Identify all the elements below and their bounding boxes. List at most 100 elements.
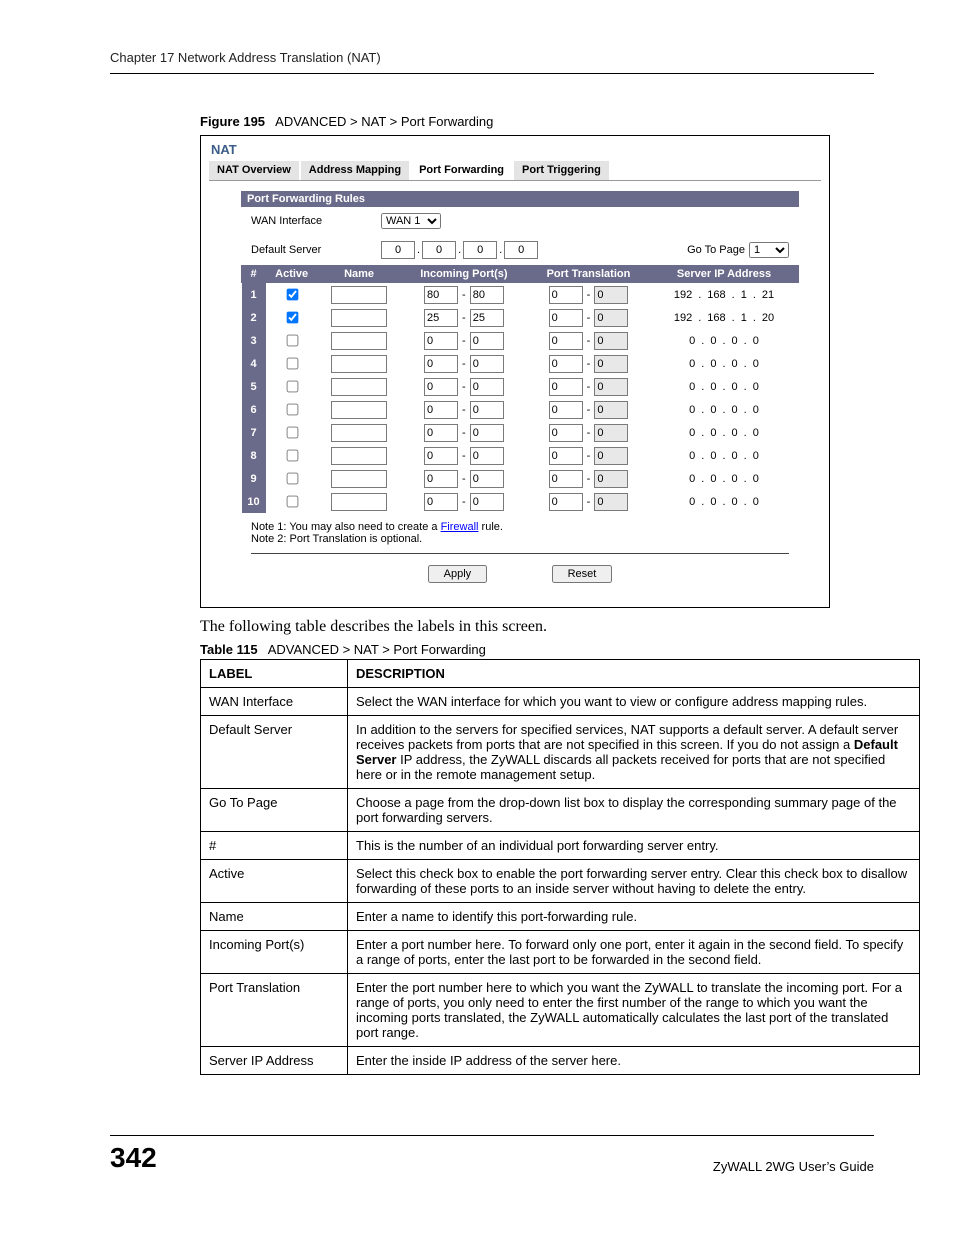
name-input[interactable]	[331, 493, 387, 511]
name-input[interactable]	[331, 378, 387, 396]
port-translation-start[interactable]	[549, 332, 583, 350]
incoming-port-end[interactable]	[470, 355, 504, 373]
port-translation-start[interactable]	[549, 378, 583, 396]
incoming-port-start[interactable]	[424, 470, 458, 488]
col-header: Name	[318, 266, 401, 283]
nat-title: NAT	[201, 136, 829, 157]
row-index: 6	[242, 398, 266, 421]
incoming-port-end[interactable]	[470, 378, 504, 396]
table-row: 8--0.0.0.0	[242, 444, 799, 467]
figure-title: ADVANCED > NAT > Port Forwarding	[275, 114, 493, 129]
incoming-port-end[interactable]	[470, 401, 504, 419]
name-input[interactable]	[331, 401, 387, 419]
incoming-port-end[interactable]	[470, 493, 504, 511]
server-ip: 0.0.0.0	[687, 335, 761, 347]
desc-row: Default ServerIn addition to the servers…	[201, 716, 920, 789]
tab-port-forwarding[interactable]: Port Forwarding	[411, 161, 512, 180]
name-input[interactable]	[331, 447, 387, 465]
ip-octet: 0	[730, 381, 740, 393]
wan-interface-label: WAN Interface	[251, 215, 381, 227]
incoming-port-start[interactable]	[424, 401, 458, 419]
incoming-port-start[interactable]	[424, 309, 458, 327]
wan-interface-select[interactable]: WAN 1	[381, 213, 441, 229]
body-text: The following table describes the labels…	[200, 618, 874, 636]
col-header: Incoming Port(s)	[400, 266, 527, 283]
port-translation-start[interactable]	[549, 470, 583, 488]
ip-octet: 0	[751, 450, 761, 462]
ip-octet: 0	[687, 496, 697, 508]
port-translation-start[interactable]	[549, 447, 583, 465]
desc-head-label: LABEL	[201, 660, 348, 688]
active-checkbox[interactable]	[286, 289, 298, 301]
ip-octet: 0	[708, 427, 718, 439]
name-input[interactable]	[331, 286, 387, 304]
desc-row: #This is the number of an individual por…	[201, 832, 920, 860]
tab-address-mapping[interactable]: Address Mapping	[301, 161, 409, 180]
name-input[interactable]	[331, 470, 387, 488]
col-header: Server IP Address	[650, 266, 799, 283]
name-input[interactable]	[331, 309, 387, 327]
port-translation-start[interactable]	[549, 286, 583, 304]
active-checkbox[interactable]	[286, 381, 298, 393]
ip-octet: 0	[687, 473, 697, 485]
active-checkbox[interactable]	[286, 473, 298, 485]
row-index: 3	[242, 329, 266, 352]
ip-octet: 0	[687, 381, 697, 393]
port-translation-end	[594, 332, 628, 350]
name-input[interactable]	[331, 332, 387, 350]
incoming-port-start[interactable]	[424, 286, 458, 304]
port-translation-start[interactable]	[549, 401, 583, 419]
active-checkbox[interactable]	[286, 358, 298, 370]
tab-nat-overview[interactable]: NAT Overview	[209, 161, 299, 180]
port-translation-end	[594, 286, 628, 304]
incoming-port-end[interactable]	[470, 447, 504, 465]
incoming-port-start[interactable]	[424, 332, 458, 350]
desc-row: Go To PageChoose a page from the drop-do…	[201, 789, 920, 832]
active-checkbox[interactable]	[286, 496, 298, 508]
incoming-port-end[interactable]	[470, 286, 504, 304]
port-translation-start[interactable]	[549, 493, 583, 511]
active-checkbox[interactable]	[286, 450, 298, 462]
default-server-ip-4[interactable]	[504, 241, 538, 259]
incoming-port-start[interactable]	[424, 493, 458, 511]
port-translation-start[interactable]	[549, 355, 583, 373]
server-ip: 0.0.0.0	[687, 404, 761, 416]
incoming-port-end[interactable]	[470, 470, 504, 488]
active-checkbox[interactable]	[286, 312, 298, 324]
name-input[interactable]	[331, 355, 387, 373]
default-server-ip-1[interactable]	[381, 241, 415, 259]
ip-octet: 0	[708, 450, 718, 462]
firewall-link[interactable]: Firewall	[441, 521, 479, 533]
rules-table: #ActiveNameIncoming Port(s)Port Translat…	[241, 265, 799, 513]
name-input[interactable]	[331, 424, 387, 442]
tab-port-triggering[interactable]: Port Triggering	[514, 161, 609, 180]
port-translation-end	[594, 447, 628, 465]
desc-label: #	[201, 832, 348, 860]
incoming-port-start[interactable]	[424, 447, 458, 465]
go-to-page-select[interactable]: 1	[749, 242, 789, 258]
col-header: Active	[266, 266, 318, 283]
active-checkbox[interactable]	[286, 335, 298, 347]
ip-octet: 168	[705, 289, 727, 301]
apply-button[interactable]: Apply	[428, 565, 488, 583]
desc-row: Port TranslationEnter the port number he…	[201, 974, 920, 1047]
desc-text: Choose a page from the drop-down list bo…	[348, 789, 920, 832]
default-server-ip-3[interactable]	[463, 241, 497, 259]
reset-button[interactable]: Reset	[552, 565, 613, 583]
port-translation-start[interactable]	[549, 309, 583, 327]
ip-octet: 0	[751, 335, 761, 347]
incoming-port-start[interactable]	[424, 355, 458, 373]
default-server-ip-2[interactable]	[422, 241, 456, 259]
ip-octet: 0	[751, 381, 761, 393]
incoming-port-end[interactable]	[470, 424, 504, 442]
port-translation-start[interactable]	[549, 424, 583, 442]
active-checkbox[interactable]	[286, 404, 298, 416]
desc-head-description: DESCRIPTION	[348, 660, 920, 688]
active-checkbox[interactable]	[286, 427, 298, 439]
desc-text: This is the number of an individual port…	[348, 832, 920, 860]
incoming-port-start[interactable]	[424, 378, 458, 396]
page-number: 342	[110, 1142, 157, 1174]
incoming-port-end[interactable]	[470, 309, 504, 327]
incoming-port-start[interactable]	[424, 424, 458, 442]
incoming-port-end[interactable]	[470, 332, 504, 350]
